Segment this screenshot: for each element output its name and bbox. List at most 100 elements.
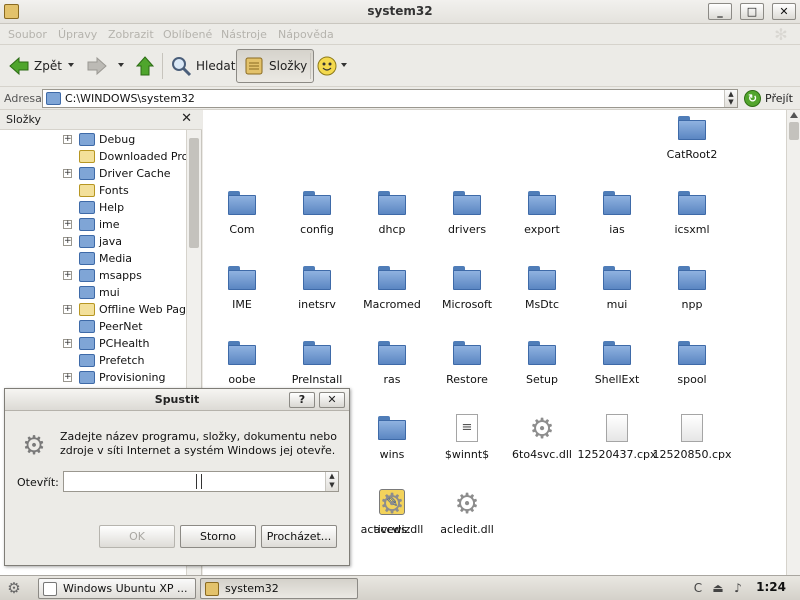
taskbar-item-active[interactable]: system32 — [200, 578, 358, 599]
file-view-scrollbar[interactable] — [786, 110, 800, 575]
file-item[interactable]: dhcp — [353, 185, 431, 247]
file-item[interactable]: IME — [203, 260, 281, 322]
browse-button[interactable]: Procházet... — [261, 525, 337, 548]
file-item[interactable]: inetsrv — [278, 260, 356, 322]
file-item-label: activeds.dll — [360, 523, 424, 536]
file-item[interactable]: Com — [203, 185, 281, 247]
file-item[interactable]: export — [503, 185, 581, 247]
back-dropdown-icon[interactable] — [68, 63, 74, 67]
menu-edit[interactable]: Úpravy — [58, 28, 97, 41]
smiley-dropdown-icon[interactable] — [341, 63, 347, 67]
file-item[interactable]: ShellExt — [578, 335, 656, 397]
file-item[interactable]: 12520437.cpx — [577, 410, 657, 472]
forward-dropdown-icon[interactable] — [118, 63, 124, 67]
close-icon[interactable]: ✕ — [181, 111, 192, 126]
tree-item[interactable]: mui — [0, 285, 186, 302]
file-item[interactable]: drivers — [428, 185, 506, 247]
menu-file[interactable]: Soubor — [8, 28, 47, 41]
file-item[interactable]: wins — [353, 410, 431, 472]
expand-icon[interactable]: + — [63, 220, 72, 229]
close-button[interactable]: ✕ — [772, 3, 796, 20]
ok-button[interactable]: OK — [99, 525, 175, 548]
tree-item[interactable]: Fonts — [0, 183, 186, 200]
cancel-button[interactable]: Storno — [180, 525, 256, 548]
tree-item[interactable]: + PCHealth — [0, 336, 186, 353]
folder-icon — [528, 341, 556, 365]
file-item[interactable]: ⚙ activeds.dll — [353, 485, 431, 547]
expand-icon[interactable]: + — [63, 169, 72, 178]
expand-icon[interactable]: + — [63, 373, 72, 382]
open-combobox[interactable]: ▲ ▼ — [63, 471, 339, 492]
help-button[interactable]: ? — [289, 392, 315, 408]
scroll-up-icon[interactable] — [790, 112, 798, 118]
smiley-menu-button[interactable] — [316, 49, 342, 83]
go-button[interactable]: ↻ Přejít — [744, 89, 793, 108]
tree-item[interactable]: Prefetch — [0, 353, 186, 370]
tree-item[interactable]: + msapps — [0, 268, 186, 285]
start-gear-icon[interactable]: ⚙ — [4, 579, 24, 597]
file-item[interactable]: spool — [653, 335, 731, 397]
scrollbar-thumb[interactable] — [189, 138, 199, 248]
expand-icon[interactable]: + — [63, 135, 72, 144]
file-item[interactable]: Restore — [428, 335, 506, 397]
file-item[interactable]: Macromed — [353, 260, 431, 322]
expand-icon[interactable]: + — [63, 271, 72, 280]
search-button[interactable]: Hledat — [170, 49, 235, 83]
combo-dropdown-icon[interactable]: ▲ ▼ — [325, 472, 338, 491]
address-input[interactable]: C:\WINDOWS\system32 ▲ ▼ — [42, 89, 738, 108]
gear-icon: ⚙ — [454, 487, 480, 520]
file-item[interactable]: ias — [578, 185, 656, 247]
file-item[interactable]: ras — [353, 335, 431, 397]
folders-button[interactable]: Složky — [236, 49, 315, 83]
tree-item[interactable]: Media — [0, 251, 186, 268]
folder-icon — [378, 266, 406, 290]
back-button[interactable]: Zpět — [8, 49, 62, 83]
taskbar-item[interactable]: Windows Ubuntu XP ... — [38, 578, 196, 599]
menu-tools[interactable]: Nástroje — [221, 28, 267, 41]
tree-item[interactable]: + ime — [0, 217, 186, 234]
file-item[interactable]: npp — [653, 260, 731, 322]
expand-icon[interactable]: + — [63, 305, 72, 314]
scrollbar-thumb[interactable] — [789, 122, 799, 140]
run-dialog-titlebar[interactable]: Spustit ? ✕ — [5, 389, 349, 411]
file-item[interactable]: ≡ $winnt$ — [428, 410, 506, 472]
tree-item[interactable]: + java — [0, 234, 186, 251]
taskbar-item-label: Windows Ubuntu XP ... — [63, 582, 188, 595]
file-item[interactable]: CatRoot2 — [653, 110, 731, 172]
tree-item-label: Debug — [99, 133, 136, 146]
tree-item[interactable]: Downloaded Program Files — [0, 149, 186, 166]
maximize-button[interactable]: □ — [740, 3, 764, 20]
tree-item-label: Provisioning — [99, 371, 166, 384]
tree-item[interactable]: + Offline Web Pages — [0, 302, 186, 319]
folder-icon — [528, 266, 556, 290]
up-button[interactable] — [134, 49, 160, 83]
menu-help[interactable]: Nápověda — [278, 28, 334, 41]
expand-icon[interactable]: + — [63, 237, 72, 246]
dialog-close-button[interactable]: ✕ — [319, 392, 345, 408]
file-item[interactable]: config — [278, 185, 356, 247]
file-item[interactable]: 12520850.cpx — [652, 410, 732, 472]
file-item[interactable]: MsDtc — [503, 260, 581, 322]
menu-favorites[interactable]: Oblíbené — [163, 28, 212, 41]
file-item[interactable]: ⚙ 6to4svc.dll — [503, 410, 581, 472]
menu-view[interactable]: Zobrazit — [108, 28, 154, 41]
file-item[interactable]: ⚙ acledit.dll — [428, 485, 506, 547]
tree-item[interactable]: PeerNet — [0, 319, 186, 336]
tree-item[interactable]: + Provisioning — [0, 370, 186, 387]
volume-icon[interactable]: ♪ — [730, 580, 746, 596]
file-item[interactable]: Microsoft — [428, 260, 506, 322]
tree-item[interactable]: Help — [0, 200, 186, 217]
keyboard-icon[interactable]: C — [690, 580, 706, 596]
window-titlebar[interactable]: system32 _ □ ✕ — [0, 0, 800, 24]
address-dropdown-icon[interactable]: ▲ ▼ — [724, 90, 737, 107]
file-item[interactable]: Setup — [503, 335, 581, 397]
expand-icon[interactable]: + — [63, 339, 72, 348]
file-item[interactable]: icsxml — [653, 185, 731, 247]
file-icon — [681, 414, 703, 442]
file-item[interactable]: mui — [578, 260, 656, 322]
tree-item[interactable]: + Driver Cache — [0, 166, 186, 183]
tree-item[interactable]: + Debug — [0, 132, 186, 149]
minimize-button[interactable]: _ — [708, 3, 732, 20]
eject-icon[interactable]: ⏏ — [710, 580, 726, 596]
forward-button[interactable] — [86, 49, 112, 83]
